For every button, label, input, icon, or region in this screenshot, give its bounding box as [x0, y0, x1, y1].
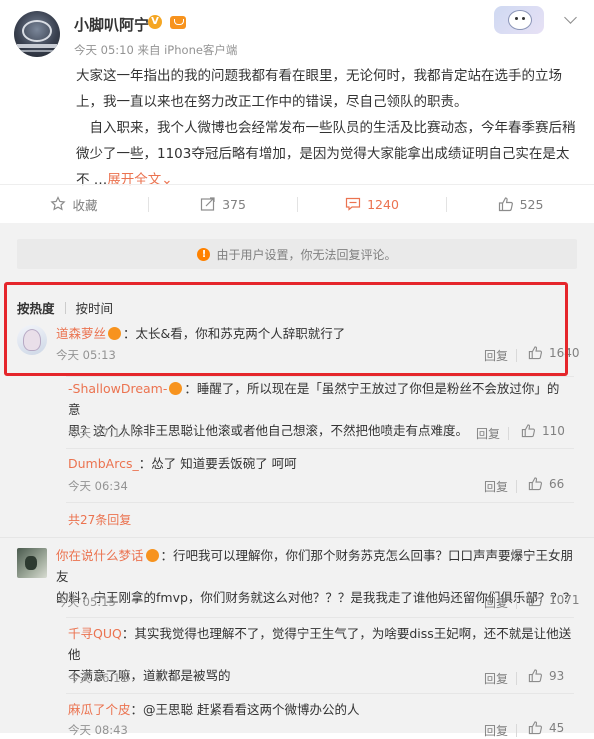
star-icon: [50, 196, 67, 211]
reply-button[interactable]: 回复: [484, 478, 508, 495]
view-more-replies-link[interactable]: 共27条回复: [68, 511, 131, 528]
post-meta: 今天 05:10 来自 iPhone客户端: [74, 42, 237, 58]
favorite-button[interactable]: 收藏: [0, 185, 148, 223]
comment-icon: [345, 197, 361, 211]
replier-name[interactable]: 麻瓜了个皮: [68, 702, 131, 717]
comment-like-count: 1071: [549, 592, 580, 607]
post-paragraph-2: 自入职来，我个人微博也会经常发布一些队员的生活及比赛动态，今年春季赛后稍微少了一…: [76, 115, 582, 193]
replier-name[interactable]: 千寻QUQ: [68, 626, 122, 641]
reply-like-count: 66: [549, 476, 565, 491]
like-count: 525: [519, 196, 544, 212]
reply-time: 今天 08:43: [68, 723, 128, 737]
post-time[interactable]: 今天 05:10: [74, 43, 134, 57]
thumbs-up-icon: [521, 424, 536, 438]
reply-body: ：@王思聪 赶紧看看这两个微博办公的人: [130, 702, 360, 717]
vip-badge-icon: [170, 16, 186, 29]
author-avatar[interactable]: [14, 11, 60, 57]
reply-time: 今天 07:17: [68, 426, 128, 440]
reply-body: ：怂了 知道要丢饭碗了 呵呵: [138, 456, 297, 471]
like-post-button[interactable]: 525: [447, 185, 594, 223]
thumbs-up-icon: [498, 197, 513, 212]
replier-name[interactable]: DumbArcs_: [68, 456, 139, 471]
comment-like-button[interactable]: 1071: [528, 592, 580, 607]
notice-text: 由于用户设置，你无法回复评论。: [216, 247, 397, 262]
chevron-down-icon: [564, 11, 577, 24]
warning-icon: !: [197, 247, 211, 261]
reply-restriction-notice: ! 由于用户设置，你无法回复评论。: [17, 239, 577, 269]
post-action-bar: 收藏 375 1240 525: [0, 184, 594, 223]
member-badge-icon: [145, 549, 159, 562]
author-username[interactable]: 小脚叭阿宁: [74, 14, 149, 35]
repost-icon: [200, 197, 215, 211]
reply-time: 今天 06:34: [68, 479, 128, 493]
reply-like-count: 93: [549, 668, 565, 683]
verified-icon: V: [148, 15, 162, 29]
reply-text: 麻瓜了个皮：@王思聪 赶紧看看这两个微博办公的人: [68, 699, 360, 720]
reply-body-line-1: ：其实我觉得也理解不了，觉得宁王生气了，为啥要diss王妃啊，还不就是让他送他: [68, 626, 572, 662]
comment-button[interactable]: 1240: [298, 185, 446, 223]
reply-button[interactable]: 回复: [484, 670, 508, 687]
comment-time: 今天 05:15: [56, 595, 116, 609]
highlight-annotation-box: [4, 282, 568, 376]
commenter-avatar[interactable]: [17, 548, 47, 578]
reply-like-button[interactable]: 93: [528, 668, 564, 683]
replier-name[interactable]: -ShallowDream-: [68, 381, 167, 396]
thumbs-up-icon: [528, 669, 543, 683]
repost-count: 375: [222, 196, 246, 212]
reply-time: 今天 06:11: [68, 671, 128, 685]
repost-button[interactable]: 375: [149, 185, 297, 223]
decorative-sticker-icon: [494, 6, 544, 34]
reply-like-button[interactable]: 110: [521, 423, 565, 438]
reply-button[interactable]: 回复: [484, 594, 508, 611]
comment-count: 1240: [367, 196, 399, 212]
reply-like-count: 45: [549, 720, 565, 735]
reply-text: DumbArcs_：怂了 知道要丢饭碗了 呵呵: [68, 453, 297, 474]
reply-button[interactable]: 回复: [476, 425, 500, 442]
thumbs-up-icon: [528, 593, 543, 607]
reply-button[interactable]: 回复: [484, 722, 508, 739]
thumbs-up-icon: [528, 477, 543, 491]
reply-like-button[interactable]: 66: [528, 476, 564, 491]
post-source: 来自 iPhone客户端: [137, 43, 238, 57]
reply-body-line-2: 思？这个人除非王思聪让他滚或者他自己想滚，不然把他喷走有点难度。: [68, 423, 469, 438]
favorite-label: 收藏: [72, 197, 98, 213]
reply-like-count: 110: [542, 423, 565, 438]
post-paragraph-1: 大家这一年指出的我的问题我都有看在眼里，无论何时，我都肯定站在选手的立场上，我一…: [76, 68, 562, 110]
member-badge-icon: [169, 382, 183, 395]
commenter-name[interactable]: 你在说什么梦话: [56, 548, 144, 563]
post-body: 大家这一年指出的我的问题我都有看在眼里，无论何时，我都肯定站在选手的立场上，我一…: [76, 63, 582, 193]
